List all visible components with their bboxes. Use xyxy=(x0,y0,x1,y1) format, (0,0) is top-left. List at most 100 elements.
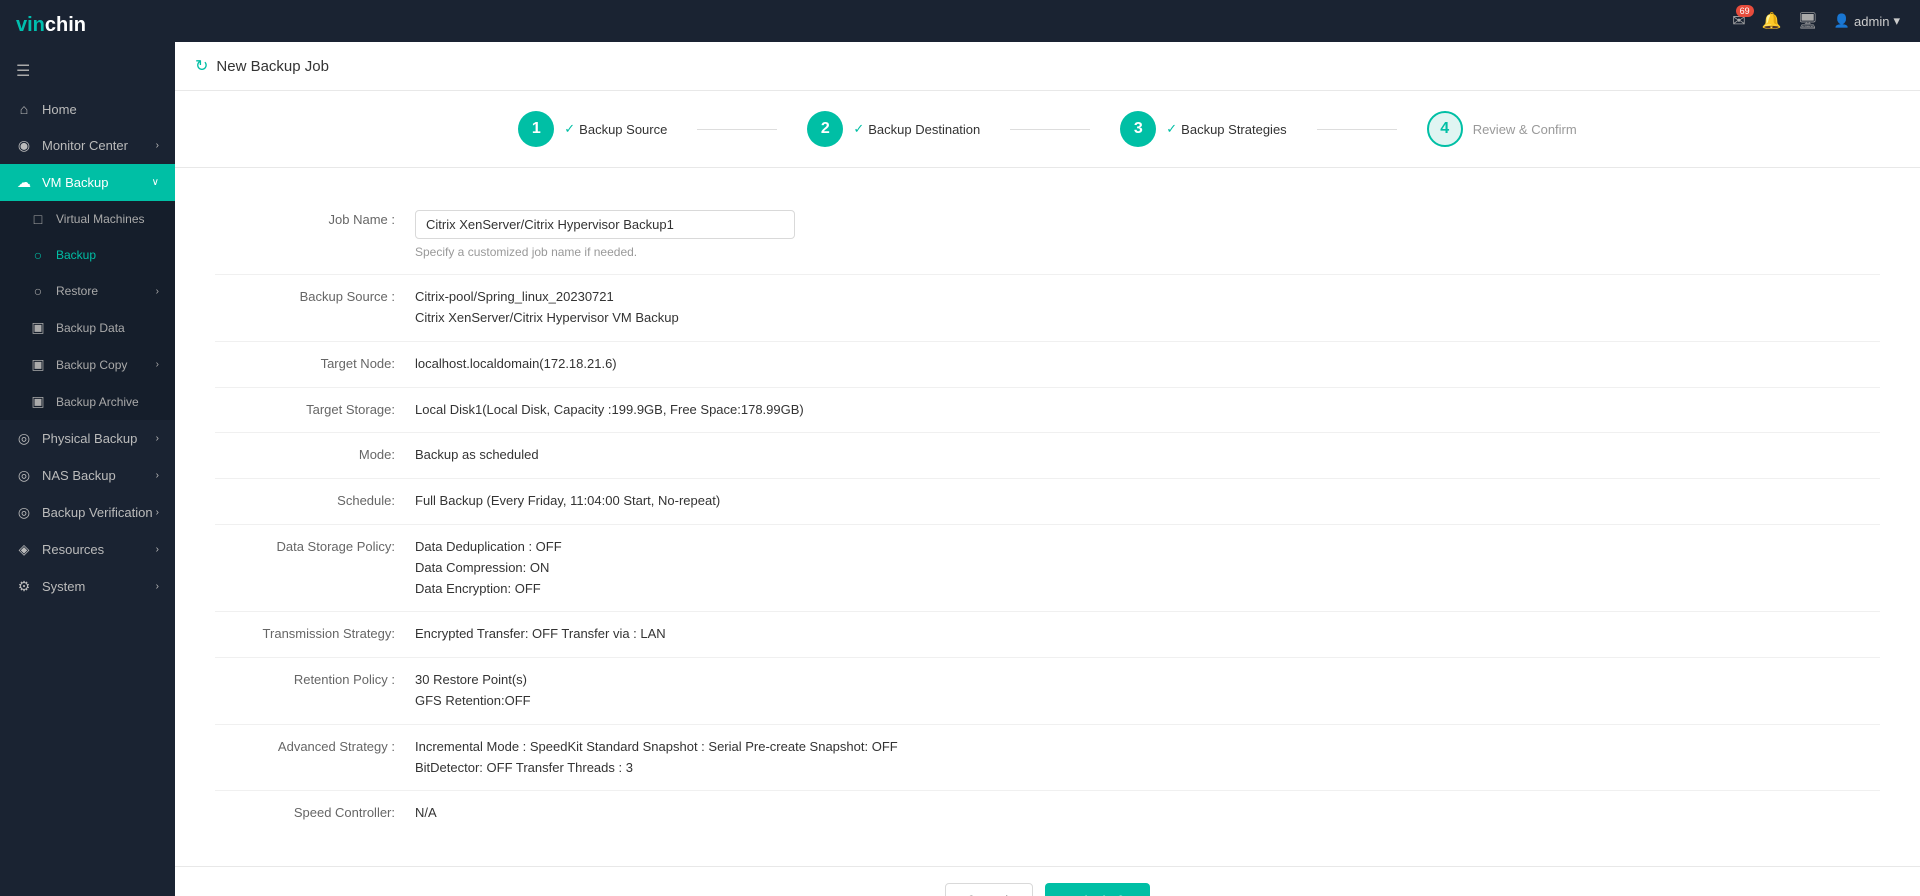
submit-button[interactable]: Submit ⊕ xyxy=(1045,883,1150,896)
sidebar-label-backuparchive: Backup Archive xyxy=(56,395,139,409)
speed-controller-label: Speed Controller: xyxy=(215,803,415,820)
step-4: 4 Review & Confirm xyxy=(1397,111,1607,147)
step-1-check: ✓ xyxy=(564,121,575,137)
vm-icon: □ xyxy=(30,211,46,227)
job-name-label: Job Name : xyxy=(215,210,415,227)
backup-source-label: Backup Source : xyxy=(215,287,415,304)
job-name-value: Specify a customized job name if needed. xyxy=(415,210,1880,262)
step-4-label: Review & Confirm xyxy=(1473,122,1577,137)
target-storage-value: Local Disk1(Local Disk, Capacity :199.9G… xyxy=(415,400,1880,421)
backup-source-line1: Citrix-pool/Spring_linux_20230721 xyxy=(415,287,1880,308)
backup-icon: ○ xyxy=(30,247,46,263)
sidebar-item-backup-verification[interactable]: ◎ Backup Verification › xyxy=(0,494,175,531)
desktop-icon[interactable]: 🖥 xyxy=(1798,11,1818,31)
main-content: ✉69 🔔 🖥 👤 admin ▾ ↻ New Backup Job 1 ✓ B… xyxy=(175,0,1920,896)
step-4-text: Review & Confirm xyxy=(1473,122,1577,137)
advanced-row: Advanced Strategy : Incremental Mode : S… xyxy=(215,725,1880,792)
sidebar-label-monitor: Monitor Center xyxy=(42,138,128,153)
target-node-row: Target Node: localhost.localdomain(172.1… xyxy=(215,342,1880,388)
step-4-circle: 4 xyxy=(1427,111,1463,147)
refresh-icon: ↻ xyxy=(195,56,208,76)
logo: vinchin xyxy=(0,0,175,51)
sidebar-item-system[interactable]: ⚙ System › xyxy=(0,568,175,605)
sidebar-item-vm-backup[interactable]: ☁ VM Backup ∨ xyxy=(0,164,175,201)
sidebar-item-physical-backup[interactable]: ◎ Physical Backup › xyxy=(0,420,175,457)
sidebar-item-backup-data[interactable]: ▣ Backup Data xyxy=(0,309,175,346)
sidebar-label-physicalbackup: Physical Backup xyxy=(42,431,137,446)
target-storage-row: Target Storage: Local Disk1(Local Disk, … xyxy=(215,388,1880,434)
page-header: ↻ New Backup Job xyxy=(175,42,1920,91)
resources-arrow-icon: › xyxy=(156,544,159,555)
home-icon: ⌂ xyxy=(16,101,32,117)
sidebar-item-nas-backup[interactable]: ◎ NAS Backup › xyxy=(0,457,175,494)
sidebar-label-backupcopy: Backup Copy xyxy=(56,358,127,372)
step-1: 1 ✓ Backup Source xyxy=(488,111,697,147)
sidebar-item-backup-copy[interactable]: ▣ Backup Copy › xyxy=(0,346,175,383)
user-icon: 👤 xyxy=(1834,13,1850,29)
restore-arrow-icon: › xyxy=(156,286,159,297)
notification-badge: 69 xyxy=(1736,5,1754,17)
physicalbackup-icon: ◎ xyxy=(16,430,32,447)
step-2: 2 ✓ Backup Destination xyxy=(777,111,1010,147)
sidebar-item-monitor-center[interactable]: ◉ Monitor Center › xyxy=(0,127,175,164)
transmission-value: Encrypted Transfer: OFF Transfer via : L… xyxy=(415,624,1880,645)
physicalbackup-arrow-icon: › xyxy=(156,433,159,444)
page-title: New Backup Job xyxy=(216,58,329,75)
job-name-hint: Specify a customized job name if needed. xyxy=(415,243,1880,262)
sidebar-label-vms: Virtual Machines xyxy=(56,212,145,226)
step-divider-3 xyxy=(1317,129,1397,130)
advanced-line2: BitDetector: OFF Transfer Threads : 3 xyxy=(415,758,1880,779)
sidebar-label-system: System xyxy=(42,579,85,594)
resources-icon: ◈ xyxy=(16,541,32,558)
sidebar-label-backup: Backup xyxy=(56,248,96,262)
step-3-text: Backup Strategies xyxy=(1181,122,1287,137)
mode-value: Backup as scheduled xyxy=(415,445,1880,466)
retention-line1: 30 Restore Point(s) xyxy=(415,670,1880,691)
monitor-icon: ◉ xyxy=(16,137,32,154)
submit-label: Submit xyxy=(1069,893,1109,896)
backupdata-icon: ▣ xyxy=(30,319,46,336)
data-storage-value: Data Deduplication : OFF Data Compressio… xyxy=(415,537,1880,599)
sidebar-item-restore[interactable]: ○ Restore › xyxy=(0,273,175,309)
page-content: ↻ New Backup Job 1 ✓ Backup Source 2 ✓ B… xyxy=(175,42,1920,896)
job-name-input[interactable] xyxy=(415,210,795,239)
retention-label: Retention Policy : xyxy=(215,670,415,687)
step-3-check: ✓ xyxy=(1166,121,1177,137)
logo-first: vin xyxy=(16,14,45,36)
steps-wizard: 1 ✓ Backup Source 2 ✓ Backup Destination… xyxy=(175,91,1920,168)
sidebar-item-backup[interactable]: ○ Backup xyxy=(0,237,175,273)
message-icon[interactable]: ✉69 xyxy=(1732,11,1745,31)
sidebar-item-virtual-machines[interactable]: □ Virtual Machines xyxy=(0,201,175,237)
advanced-label: Advanced Strategy : xyxy=(215,737,415,754)
sidebar-label-backupdata: Backup Data xyxy=(56,321,125,335)
back-button[interactable]: ⊕ Back xyxy=(945,883,1033,896)
sidebar-item-backup-archive[interactable]: ▣ Backup Archive xyxy=(0,383,175,420)
step-divider-2 xyxy=(1010,129,1090,130)
data-storage-label: Data Storage Policy: xyxy=(215,537,415,554)
step-2-check: ✓ xyxy=(853,121,864,137)
system-arrow-icon: › xyxy=(156,581,159,592)
restore-icon: ○ xyxy=(30,283,46,299)
hamburger-button[interactable]: ☰ xyxy=(0,51,175,91)
sidebar-label-restore: Restore xyxy=(56,284,98,298)
sidebar-label-nasbackup: NAS Backup xyxy=(42,468,116,483)
bell-icon[interactable]: 🔔 xyxy=(1762,11,1782,31)
schedule-row: Schedule: Full Backup (Every Friday, 11:… xyxy=(215,479,1880,525)
logo-second: chin xyxy=(45,14,86,36)
step-1-label: ✓ Backup Source xyxy=(564,121,667,137)
form-footer: ⊕ Back Submit ⊕ xyxy=(175,866,1920,896)
step-divider-1 xyxy=(697,129,777,130)
sidebar-label-verification: Backup Verification xyxy=(42,505,153,520)
vm-backup-submenu: □ Virtual Machines ○ Backup ○ Restore › … xyxy=(0,201,175,420)
mode-row: Mode: Backup as scheduled xyxy=(215,433,1880,479)
step-3: 3 ✓ Backup Strategies xyxy=(1090,111,1316,147)
sidebar-item-home[interactable]: ⌂ Home xyxy=(0,91,175,127)
backup-source-value: Citrix-pool/Spring_linux_20230721 Citrix… xyxy=(415,287,1880,329)
data-storage-line1: Data Deduplication : OFF xyxy=(415,537,1880,558)
chevron-right-icon: › xyxy=(156,140,159,151)
sidebar-label-home: Home xyxy=(42,102,77,117)
user-menu[interactable]: 👤 admin ▾ xyxy=(1834,13,1900,29)
step-3-circle: 3 xyxy=(1120,111,1156,147)
back-label: Back xyxy=(983,893,1012,896)
sidebar-item-resources[interactable]: ◈ Resources › xyxy=(0,531,175,568)
